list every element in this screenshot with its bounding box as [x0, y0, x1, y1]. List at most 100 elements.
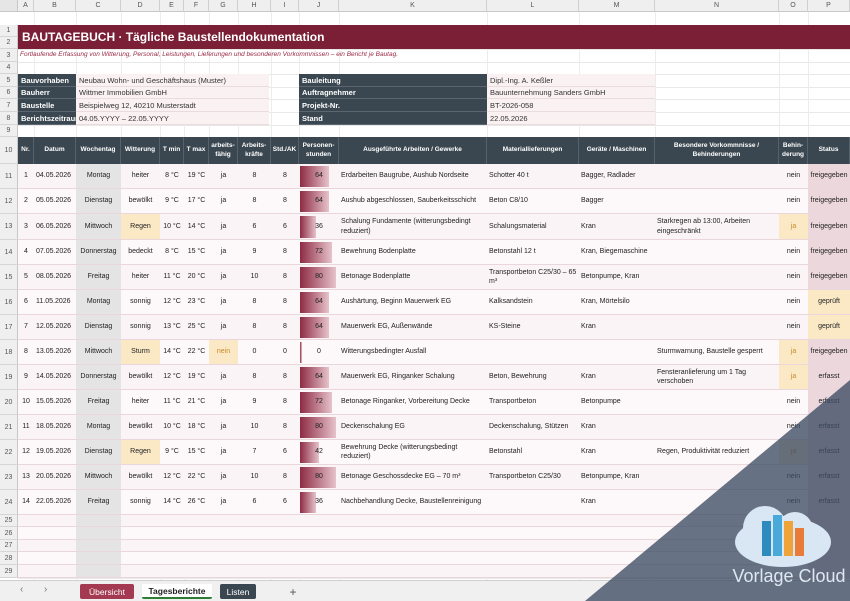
cell-std[interactable]: 8 [271, 265, 299, 289]
cell-tag[interactable]: Mittwoch [76, 214, 121, 239]
cell-tmax[interactable]: 20 °C [184, 265, 209, 289]
cell-datum[interactable]: 15.05.2026 [34, 390, 76, 414]
column-header-n[interactable]: N [655, 0, 779, 12]
cell-material[interactable]: Deckenschalung, Stützen [487, 415, 579, 439]
cell-ak[interactable]: 6 [238, 490, 271, 514]
cell-tmin[interactable]: 8 °C [160, 164, 184, 188]
cell-ak[interactable]: 8 [238, 164, 271, 188]
cell-ak[interactable]: 0 [238, 340, 271, 364]
cell-fahig[interactable]: ja [209, 390, 238, 414]
cell-fahig[interactable]: ja [209, 365, 238, 389]
cell-ak[interactable]: 10 [238, 265, 271, 289]
cell-datum[interactable]: 07.05.2026 [34, 240, 76, 264]
cell-ps[interactable]: 36 [299, 490, 339, 514]
cell-ps[interactable]: 64 [299, 315, 339, 339]
cell-ak[interactable]: 10 [238, 465, 271, 489]
cell-fahig[interactable]: ja [209, 490, 238, 514]
cell-fahig[interactable]: ja [209, 164, 238, 188]
cell-wetter[interactable]: bedeckt [121, 240, 160, 264]
info-value[interactable]: 22.05.2026 [487, 112, 655, 125]
cell-ak[interactable]: 8 [238, 189, 271, 213]
cell-std[interactable]: 8 [271, 415, 299, 439]
cell-tmin[interactable]: 13 °C [160, 315, 184, 339]
cell-tmax[interactable]: 14 °C [184, 214, 209, 239]
row-header[interactable]: 15 [0, 265, 18, 290]
cell-ps[interactable]: 72 [299, 390, 339, 414]
table-header-cell[interactable]: Personen-stunden [299, 137, 339, 164]
row-header[interactable]: 27 [0, 540, 18, 552]
cell-tag[interactable]: Dienstag [76, 440, 121, 464]
table-header-cell[interactable]: Nr. [18, 137, 34, 164]
cell-vork[interactable] [655, 189, 779, 213]
cell-status[interactable]: geprüft [808, 290, 850, 314]
select-all-corner[interactable] [0, 0, 18, 12]
cell-tmax[interactable]: 15 °C [184, 440, 209, 464]
table-header-cell[interactable]: Datum [34, 137, 76, 164]
row-header[interactable]: 22 [0, 440, 18, 465]
chevron-left-icon[interactable]: ‹ [20, 584, 23, 595]
cell-gerate[interactable]: Kran [579, 365, 655, 389]
table-header-cell[interactable]: Status [808, 137, 850, 164]
cell-arbeit[interactable]: Aushärtung, Beginn Mauerwerk EG [339, 290, 487, 314]
cell-tag[interactable]: Dienstag [76, 189, 121, 213]
cell-gerate[interactable]: Kran [579, 415, 655, 439]
cell-beh[interactable]: nein [779, 265, 808, 289]
info-value[interactable]: Wittmer Immobilien GmbH [76, 87, 269, 99]
cell-std[interactable]: 0 [271, 340, 299, 364]
cell-ps[interactable]: 64 [299, 365, 339, 389]
cell-std[interactable]: 6 [271, 214, 299, 239]
cell-tmax[interactable]: 22 °C [184, 340, 209, 364]
cell-beh[interactable]: nein [779, 240, 808, 264]
cell-tmax[interactable]: 21 °C [184, 390, 209, 414]
cell-nr[interactable]: 1 [18, 164, 34, 188]
cell-tmin[interactable]: 9 °C [160, 189, 184, 213]
cell-nr[interactable]: 5 [18, 265, 34, 289]
cell-status[interactable]: freigegeben [808, 164, 850, 188]
column-header-e[interactable]: E [160, 0, 184, 12]
cell-tmin[interactable]: 14 °C [160, 340, 184, 364]
cell-nr[interactable]: 4 [18, 240, 34, 264]
cell-wetter[interactable]: Regen [121, 440, 160, 464]
cell-wetter[interactable]: bewölkt [121, 365, 160, 389]
cell-tag[interactable]: Mittwoch [76, 465, 121, 489]
cell-tmax[interactable]: 19 °C [184, 365, 209, 389]
cell-nr[interactable]: 9 [18, 365, 34, 389]
cell-datum[interactable]: 18.05.2026 [34, 415, 76, 439]
cell-tmin[interactable]: 11 °C [160, 265, 184, 289]
cell-tmin[interactable]: 9 °C [160, 440, 184, 464]
cell-std[interactable]: 6 [271, 440, 299, 464]
row-header[interactable]: 16 [0, 290, 18, 315]
row-header[interactable]: 24 [0, 490, 18, 515]
cell-ps[interactable]: 80 [299, 415, 339, 439]
cell-vork[interactable]: Starkregen ab 13:00, Arbeiten eingeschrä… [655, 214, 779, 239]
column-header-o[interactable]: O [779, 0, 808, 12]
cell-arbeit[interactable]: Aushub abgeschlossen, Sauberkeitsschicht [339, 189, 487, 213]
cell-datum[interactable]: 05.05.2026 [34, 189, 76, 213]
table-header-cell[interactable]: Besondere Vorkommnisse / Behinderungen [655, 137, 779, 164]
cell-gerate[interactable]: Bagger, Radlader [579, 164, 655, 188]
cell-material[interactable]: Kalksandstein [487, 290, 579, 314]
row-header[interactable]: 1 [0, 25, 18, 37]
cell-std[interactable]: 8 [271, 315, 299, 339]
row-header[interactable]: 29 [0, 565, 18, 578]
cell-fahig[interactable]: ja [209, 315, 238, 339]
cell-arbeit[interactable]: Witterungsbedingter Ausfall [339, 340, 487, 364]
table-row[interactable] [18, 565, 850, 578]
cell-status[interactable]: freigegeben [808, 240, 850, 264]
table-header-cell[interactable]: Witterung [121, 137, 160, 164]
cell-vork[interactable] [655, 415, 779, 439]
cell-arbeit[interactable]: Nachbehandlung Decke, Baustellenreinigun… [339, 490, 487, 514]
row-header[interactable]: 12 [0, 189, 18, 214]
cell-vork[interactable] [655, 290, 779, 314]
cell-material[interactable]: Schalungsmaterial [487, 214, 579, 239]
info-value[interactable]: 04.05.YYYY – 22.05.YYYY [76, 112, 269, 125]
table-row[interactable] [18, 515, 850, 527]
cell-tmax[interactable]: 22 °C [184, 465, 209, 489]
cell-std[interactable]: 8 [271, 465, 299, 489]
cell-tmin[interactable]: 11 °C [160, 390, 184, 414]
row-header[interactable]: 17 [0, 315, 18, 340]
cell-std[interactable]: 6 [271, 490, 299, 514]
cell-beh[interactable]: ja [779, 214, 808, 239]
cell-status[interactable]: erfasst [808, 365, 850, 389]
row-header[interactable]: 2 [0, 37, 18, 49]
